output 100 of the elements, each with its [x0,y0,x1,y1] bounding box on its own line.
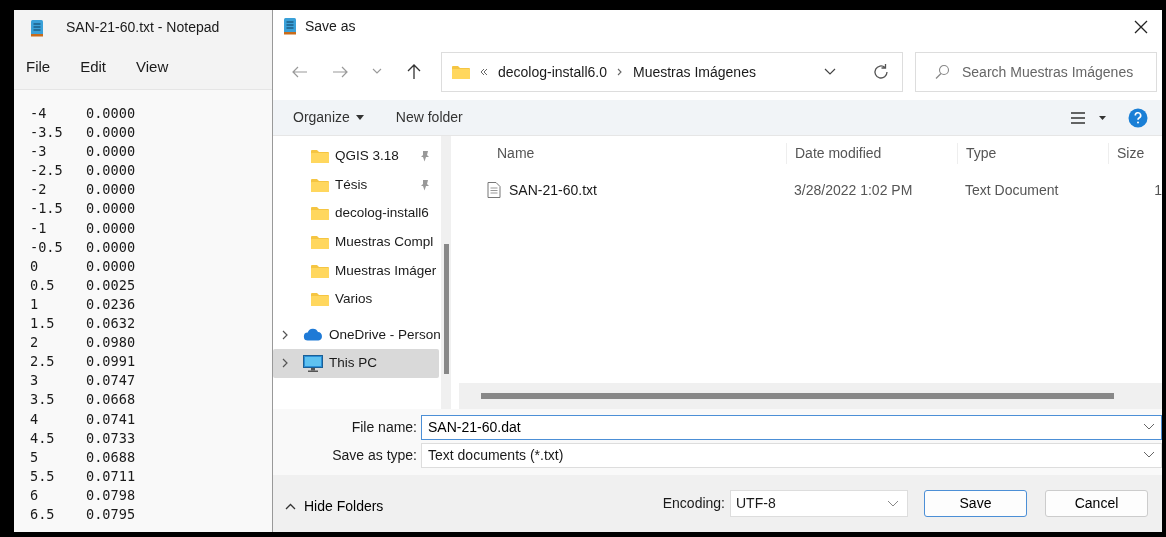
nav-item[interactable]: decolog-install6 [273,199,439,228]
nav-item[interactable]: OneDrive - Person [273,320,439,350]
encoding-dropdown[interactable]: UTF-8 [730,490,908,517]
list-view-icon[interactable] [1071,111,1085,124]
data-value: 0.0000 [86,199,136,219]
encoding-label: Encoding: [662,494,725,513]
organize-button[interactable]: Organize [293,107,364,128]
data-value: 0.0000 [86,104,136,123]
file-icon [487,182,501,198]
folder-icon [311,177,329,192]
data-value: -3 [30,142,48,162]
data-value: 0.0000 [86,237,136,257]
data-value: 0.0688 [86,447,136,467]
data-value: 0.0000 [86,161,136,181]
data-value: 0.0668 [86,390,136,410]
data-value: 0.0000 [86,218,136,238]
data-value: 0.0991 [86,352,136,372]
field-label: Save as type: [331,445,418,465]
data-value: 1.5 [30,314,56,334]
data-value: 0.0000 [86,180,136,200]
caret-icon[interactable] [1099,115,1106,120]
folder-icon [311,206,329,221]
menu-item[interactable]: View [136,51,183,83]
breadcrumb-item[interactable]: decolog-install6.0 [498,61,607,83]
dialog-title: Save as [305,16,356,36]
data-value: 0.0747 [86,371,136,391]
save-button[interactable]: Save [924,490,1027,517]
data-value: 4 [30,409,40,429]
column-header[interactable]: Name [459,142,786,164]
nav-item[interactable]: Muestras Compl [273,227,439,257]
data-value: 0.5 [30,275,56,295]
size-cell-text: 1 [1153,180,1162,200]
chevron-icon [616,68,623,76]
nav-item[interactable]: Tésis [273,170,439,200]
data-value: 0.0980 [86,333,136,353]
address-bar[interactable]: decolog-install6.0 Muestras Imágenes [441,52,903,92]
folder-icon [311,263,329,278]
column-header[interactable]: Size [1108,142,1162,164]
folder-icon [311,292,329,307]
data-value: 6 [30,485,40,505]
data-value: 3.5 [30,390,56,410]
nav-item[interactable]: Varios [273,284,439,314]
folder-icon [452,65,470,79]
nav-item[interactable]: QGIS 3.18 [273,142,439,171]
close-icon[interactable] [1134,19,1148,34]
scrollbar-thumb[interactable] [481,393,1114,399]
data-value: -1 [30,218,48,238]
data-value: -3.5 [30,123,64,143]
search-box[interactable]: Search Muestras Imágenes [915,52,1157,92]
data-value: -0.5 [30,237,64,257]
date-cell-text: 3/28/2022 1:02 PM [793,180,914,200]
menu-item[interactable]: Edit [80,51,121,83]
chevron-icon[interactable] [281,329,289,340]
data-value: -2 [30,180,48,200]
data-value: 3 [30,371,40,391]
data-value: -4 [30,104,48,123]
breadcrumb-item[interactable]: Muestras Imágenes [632,61,756,83]
data-value: 0.0000 [86,123,136,143]
cancel-button[interactable]: Cancel [1045,490,1148,517]
column-header[interactable]: Type [957,142,1108,164]
scrollbar-thumb[interactable] [443,244,449,374]
help-button[interactable] [1128,107,1148,128]
data-value: 0.0798 [86,485,136,505]
data-value: 0.0795 [86,504,136,524]
data-value: 2 [30,333,40,353]
data-value: 0.0025 [86,275,136,295]
chevron-down-icon[interactable] [824,68,836,76]
notepad-icon [30,18,44,37]
data-value: 6.5 [30,504,56,524]
data-value: 1 [30,294,40,314]
window-title: SAN-21-60.txt - Notepad [66,18,220,37]
chevron-down-icon [1143,423,1155,431]
cloud-icon [303,328,323,342]
chevron-up-icon [285,503,296,510]
column-header[interactable]: Date modified [786,142,957,164]
folder-icon [311,235,329,250]
save-type-dropdown[interactable]: Text documents (*.txt) [421,442,1162,468]
file-row[interactable]: SAN-21-60.txt 3/28/2022 1:02 PM Text Document 1 [459,176,1162,204]
refresh-icon[interactable] [872,63,890,81]
data-value: -2.5 [30,161,64,181]
search-icon [934,64,950,80]
nav-item[interactable]: This PC [273,349,439,378]
type-cell-text: Text Document [964,180,1060,200]
menu-item[interactable]: File [26,51,65,83]
data-value: 4.5 [30,428,56,448]
hide-folders-button[interactable]: Hide Folders [285,496,384,517]
file-name-combobox[interactable]: SAN-21-60.dat [421,414,1162,440]
view-button[interactable] [1071,111,1106,124]
caret-icon [355,115,364,120]
folder-icon [311,149,329,164]
data-value: -1.5 [30,199,64,219]
data-value: 2.5 [30,352,56,372]
data-value: 0.0733 [86,428,136,448]
data-value: 0.0000 [86,142,136,162]
new-folder-button[interactable]: New folder [395,107,463,128]
data-value: 0.0632 [86,314,136,334]
data-value: 0 [30,256,40,276]
nav-item[interactable]: Muestras Imáger [273,256,439,285]
data-value: 5.5 [30,466,56,486]
chevron-icon[interactable] [281,358,289,369]
